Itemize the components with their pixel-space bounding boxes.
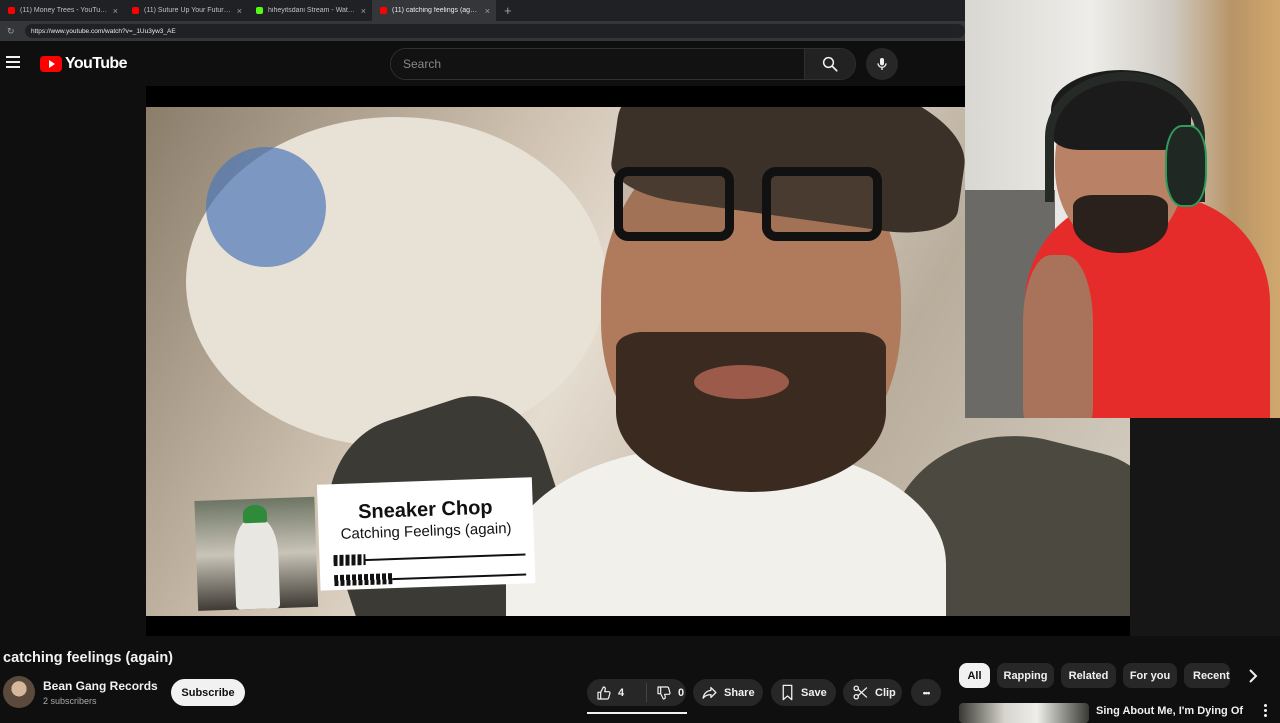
clip-label: Clip bbox=[875, 686, 896, 699]
browser-tab[interactable]: hiheyitsdani Stream - Watch Live × bbox=[248, 0, 372, 21]
more-actions-button[interactable]: ••• bbox=[911, 679, 941, 706]
tab-title: (11) Suture Up Your Future - YouT bbox=[144, 7, 232, 14]
subscribe-button[interactable]: Subscribe bbox=[171, 679, 245, 706]
dislike-count: 0 bbox=[678, 686, 685, 699]
tab-title: (11) Money Trees - YouTube bbox=[20, 7, 108, 14]
youtube-header: YouTube bbox=[0, 41, 965, 86]
lens bbox=[614, 167, 734, 241]
address-bar: ↻ https://www.youtube.com/watch?v=_1Uu3y… bbox=[0, 21, 965, 41]
video-title: catching feelings (again) bbox=[3, 650, 173, 666]
recommendation-title[interactable]: Sing About Me, I'm Dying Of bbox=[1096, 705, 1243, 717]
like-dislike-group: 4 0 bbox=[587, 679, 686, 706]
channel-name[interactable]: Bean Gang Records bbox=[43, 679, 158, 693]
close-tab-icon[interactable]: × bbox=[485, 6, 490, 16]
blue-pillow-shape bbox=[206, 147, 326, 267]
bookmark-icon bbox=[782, 684, 793, 701]
hamburger-icon[interactable] bbox=[6, 56, 20, 68]
mouth bbox=[694, 365, 789, 399]
webcam-beard bbox=[1073, 195, 1168, 253]
webcam-overlay bbox=[965, 0, 1280, 418]
share-label: Share bbox=[724, 686, 755, 699]
share-icon bbox=[702, 686, 717, 699]
song-panel: Sneaker Chop Catching Feelings (again) bbox=[316, 477, 536, 591]
chip-all[interactable]: All bbox=[959, 663, 990, 688]
beard bbox=[616, 332, 886, 492]
clip-button[interactable]: Clip bbox=[843, 679, 902, 706]
like-button[interactable]: 4 bbox=[587, 683, 647, 702]
tab-title: hiheyitsdani Stream - Watch Live bbox=[268, 7, 356, 14]
more-vertical-icon[interactable] bbox=[1260, 703, 1270, 720]
chip-related[interactable]: Related bbox=[1061, 663, 1116, 688]
chevron-right-icon[interactable] bbox=[1242, 664, 1264, 688]
channel-avatar[interactable] bbox=[3, 676, 35, 708]
kick-favicon-icon bbox=[256, 7, 263, 14]
close-tab-icon[interactable]: × bbox=[237, 6, 242, 16]
glasses bbox=[602, 167, 902, 247]
search-button[interactable] bbox=[804, 49, 855, 79]
audio-bar bbox=[334, 573, 527, 587]
browser-tab[interactable]: (11) Suture Up Your Future - YouT × bbox=[124, 0, 248, 21]
close-tab-icon[interactable]: × bbox=[361, 6, 366, 16]
save-label: Save bbox=[801, 686, 827, 699]
reload-icon[interactable]: ↻ bbox=[7, 26, 19, 37]
audio-bar bbox=[333, 553, 526, 567]
thumbs-down-icon bbox=[657, 685, 671, 700]
like-ratio-bar bbox=[587, 712, 687, 714]
recommendation-thumbnail[interactable] bbox=[959, 703, 1089, 723]
close-tab-icon[interactable]: × bbox=[113, 6, 118, 16]
browser-tab-active[interactable]: (11) catching feelings (again) × bbox=[372, 0, 496, 21]
voice-search-button[interactable] bbox=[866, 48, 898, 80]
subscriber-count: 2 subscribers bbox=[43, 696, 97, 706]
share-button[interactable]: Share bbox=[693, 679, 763, 706]
like-count: 4 bbox=[618, 686, 625, 699]
youtube-logo[interactable]: YouTube bbox=[40, 55, 127, 73]
search-icon bbox=[822, 56, 838, 72]
headset-earcup bbox=[1165, 125, 1207, 207]
youtube-play-icon bbox=[40, 56, 62, 72]
sidebar-background bbox=[1130, 418, 1280, 636]
tab-title: (11) catching feelings (again) bbox=[392, 7, 480, 14]
lens bbox=[762, 167, 882, 241]
dislike-button[interactable]: 0 bbox=[647, 685, 684, 701]
youtube-favicon-icon bbox=[132, 7, 139, 14]
new-tab-icon[interactable]: + bbox=[496, 3, 512, 18]
chip-rapping[interactable]: Rapping bbox=[997, 663, 1054, 688]
webcam-arm bbox=[1023, 255, 1093, 418]
scissors-icon bbox=[853, 685, 868, 700]
thumbnail-hat bbox=[242, 504, 268, 524]
search-box bbox=[390, 48, 856, 80]
thumbnail-person bbox=[233, 518, 281, 610]
logo-text: YouTube bbox=[65, 55, 127, 72]
thumbs-up-icon bbox=[597, 685, 611, 700]
browser-tab-strip: (11) Money Trees - YouTube × (11) Suture… bbox=[0, 0, 965, 21]
mic-icon bbox=[877, 58, 887, 70]
save-button[interactable]: Save bbox=[771, 679, 836, 706]
song-thumbnail bbox=[194, 496, 319, 611]
song-card-overlay: Sneaker Chop Catching Feelings (again) bbox=[194, 477, 540, 611]
search-input[interactable] bbox=[391, 49, 804, 79]
youtube-favicon-icon bbox=[380, 7, 387, 14]
chip-recently-uploaded[interactable]: Recently uploaded bbox=[1184, 663, 1230, 688]
url-field[interactable]: https://www.youtube.com/watch?v=_1Uu3yw3… bbox=[25, 24, 965, 38]
chip-for-you[interactable]: For you bbox=[1123, 663, 1177, 688]
youtube-favicon-icon bbox=[8, 7, 15, 14]
browser-tab[interactable]: (11) Money Trees - YouTube × bbox=[0, 0, 124, 21]
more-horizontal-icon: ••• bbox=[922, 687, 931, 698]
